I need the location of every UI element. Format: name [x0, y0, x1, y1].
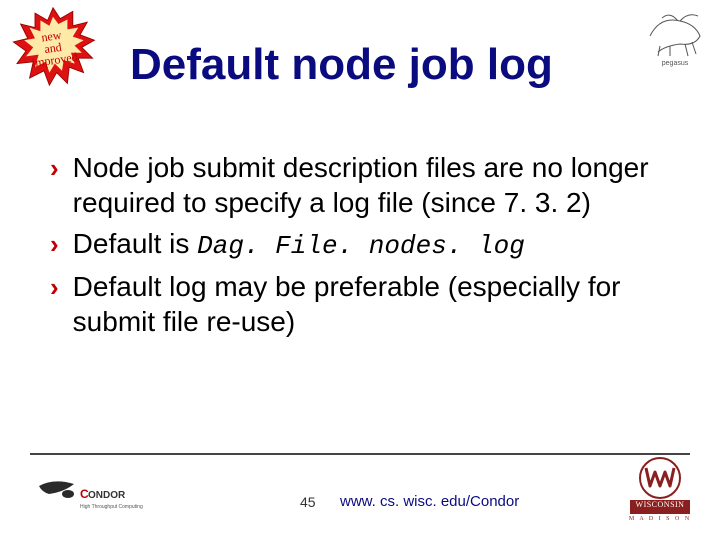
body: › Node job submit description files are …: [50, 150, 680, 345]
chevron-icon: ›: [50, 271, 59, 304]
wisconsin-crest: WISCONSIN M A D I S O N: [620, 450, 700, 530]
list-item: › Default is Dag. File. nodes. log: [50, 226, 680, 263]
new-improved-badge: new and improved: [8, 6, 98, 96]
pegasus-label: pegasus: [640, 60, 710, 67]
footer-divider: [30, 453, 690, 455]
svg-text:High Throughput Computing: High Throughput Computing: [80, 504, 143, 510]
bullet-text: Default log may be preferable (especiall…: [73, 269, 680, 339]
bullet-pre: Default is: [73, 228, 198, 259]
condor-icon: C ONDOR High Throughput Computing: [34, 478, 144, 518]
wisconsin-label: WISCONSIN: [620, 500, 700, 509]
bullet-code: Dag. File. nodes. log: [197, 231, 525, 261]
chevron-icon: ›: [50, 152, 59, 185]
pegasus-logo: pegasus: [640, 6, 710, 61]
bullet-text: Default is Dag. File. nodes. log: [73, 226, 680, 263]
list-item: › Node job submit description files are …: [50, 150, 680, 220]
page-number: 45: [300, 494, 316, 510]
page-title: Default node job log: [130, 40, 640, 90]
footer-url: www. cs. wisc. edu/Condor: [340, 493, 519, 510]
svg-text:ONDOR: ONDOR: [88, 490, 126, 501]
chevron-icon: ›: [50, 228, 59, 261]
pegasus-icon: [640, 6, 710, 61]
list-item: › Default log may be preferable (especia…: [50, 269, 680, 339]
wisconsin-sub: M A D I S O N: [620, 516, 700, 522]
slide: new and improved pegasus Default node jo…: [0, 0, 720, 540]
bullet-text: Node job submit description files are no…: [73, 150, 680, 220]
condor-logo: C ONDOR High Throughput Computing: [34, 478, 144, 518]
